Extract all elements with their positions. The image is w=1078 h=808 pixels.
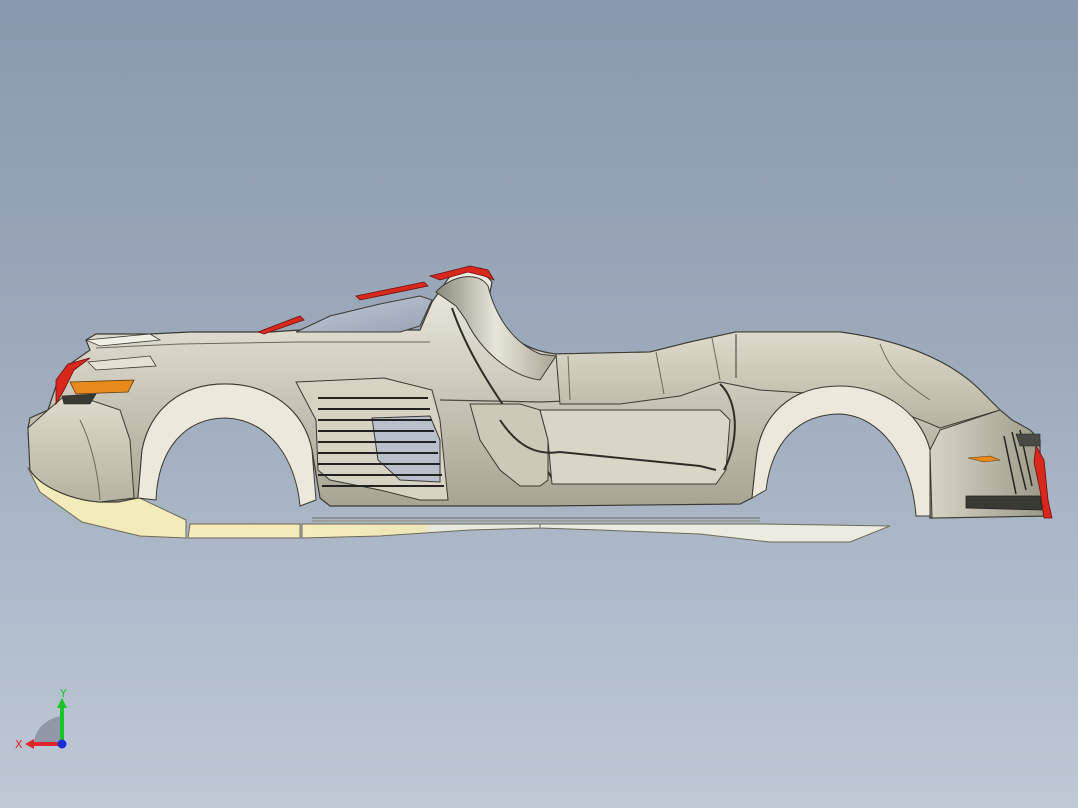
z-axis-dot (57, 739, 67, 749)
floor-panel (301, 523, 541, 539)
car-body-model[interactable] (0, 0, 1078, 808)
x-axis-label: X (15, 738, 23, 750)
coordinate-triad: Y X (12, 686, 76, 751)
y-axis-label: Y (59, 687, 67, 700)
floor-panel (187, 523, 301, 539)
graphics-viewport[interactable]: Y X (0, 0, 1078, 808)
rear-diffuser (965, 495, 1043, 511)
door-opening (539, 409, 731, 485)
floor-panel (539, 523, 891, 543)
triad-plane-shading (34, 716, 62, 744)
windshield-glass (295, 295, 433, 333)
headlight (69, 379, 135, 395)
triad-graphic: Y X (15, 687, 67, 751)
